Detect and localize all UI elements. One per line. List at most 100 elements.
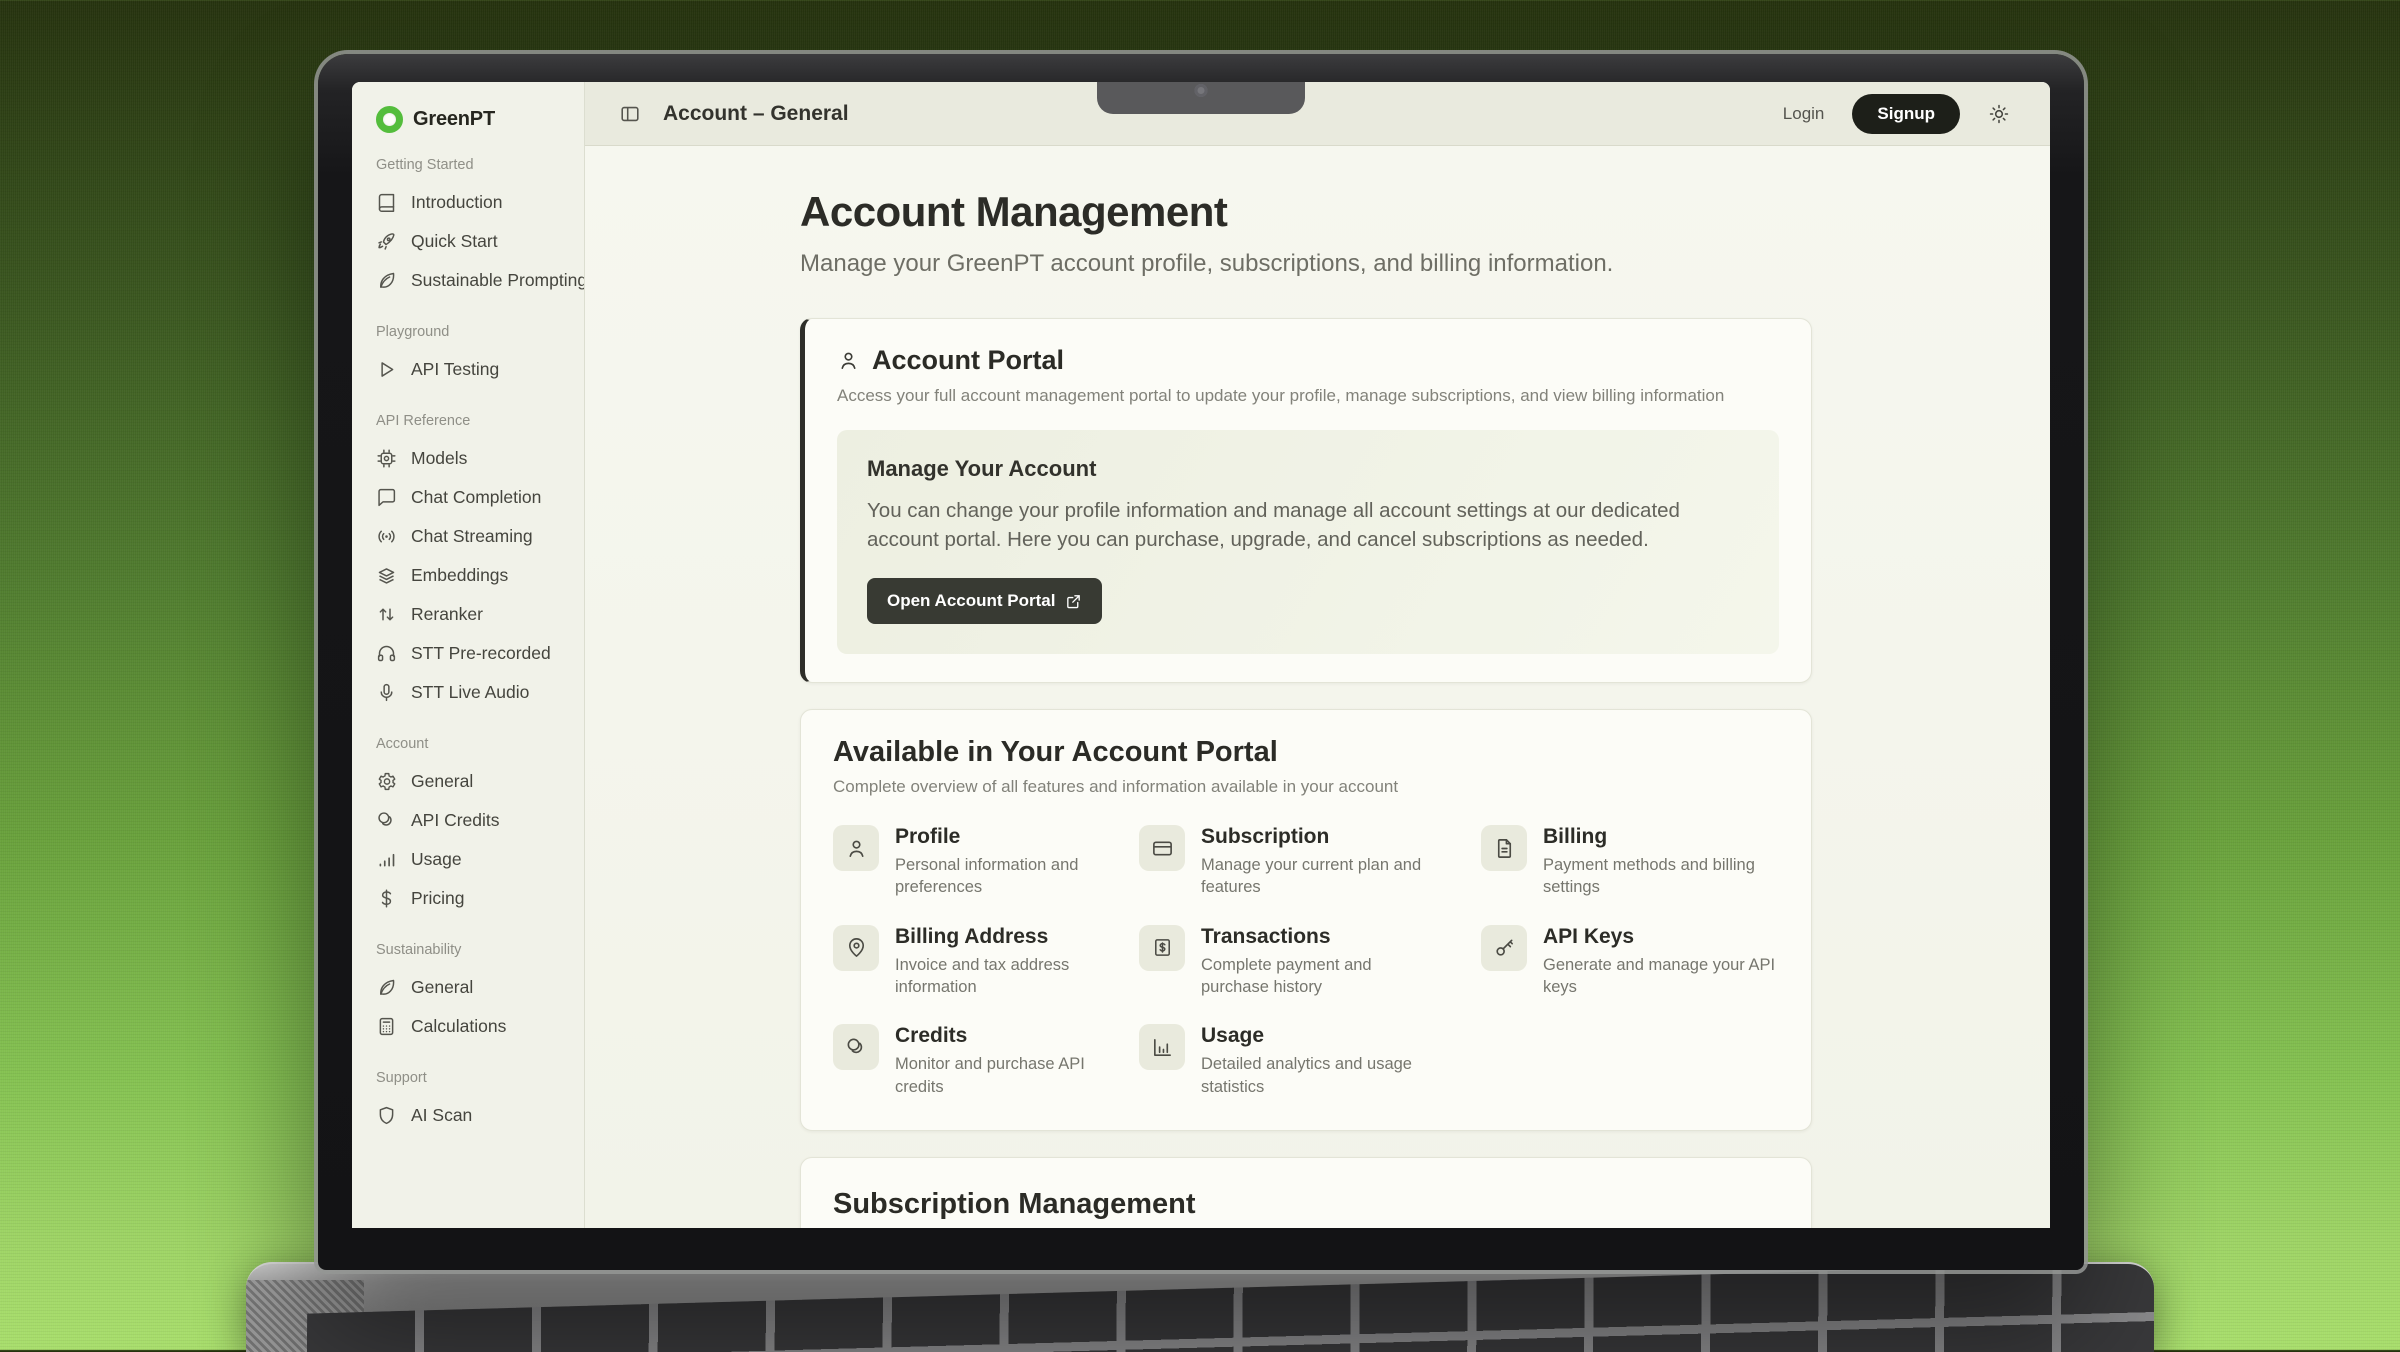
external-link-icon [1065, 593, 1082, 610]
feature-description: Generate and manage your API keys [1543, 954, 1778, 999]
feature-description: Invoice and tax address information [895, 954, 1129, 999]
laptop-base [246, 1262, 2154, 1352]
page-breadcrumb: Account – General [663, 102, 849, 126]
manage-account-panel: Manage Your Account You can change your … [837, 430, 1779, 654]
user-icon [833, 825, 879, 871]
chart-column-icon [1139, 1024, 1185, 1070]
feature-description: Complete payment and purchase history [1201, 954, 1436, 999]
feature-title: Billing Address [895, 925, 1129, 949]
coins-icon [833, 1024, 879, 1070]
manage-account-title: Manage Your Account [867, 456, 1749, 482]
subscription-management-card: Subscription Management [800, 1157, 1812, 1228]
leaf-icon [376, 977, 397, 998]
sidebar-section-getting-started: Getting Started [352, 157, 584, 173]
brand-logo[interactable]: GreenPT [352, 106, 584, 133]
feature-title: API Keys [1543, 925, 1778, 949]
dollar-icon [376, 888, 397, 909]
sidebar-item-api-credits[interactable]: API Credits [352, 801, 584, 840]
sidebar-item-stt-prerecorded[interactable]: STT Pre-recorded [352, 634, 584, 673]
open-account-portal-button[interactable]: Open Account Portal [867, 578, 1102, 624]
rocket-icon [376, 231, 397, 252]
feature-title: Subscription [1201, 825, 1436, 849]
sidebar-item-label: Calculations [411, 1016, 506, 1037]
feature-billing: Billing Payment methods and billing sett… [1481, 825, 1801, 899]
sidebar-item-introduction[interactable]: Introduction [352, 183, 584, 222]
sidebar-item-label: Chat Streaming [411, 526, 533, 547]
sidebar-item-label: Quick Start [411, 231, 498, 252]
feature-title: Credits [895, 1024, 1129, 1048]
user-icon [837, 349, 860, 372]
page-title: Account Management [800, 188, 1812, 236]
account-portal-card: Account Portal Access your full account … [800, 318, 1812, 683]
sidebar-toggle-icon[interactable] [619, 103, 641, 125]
sidebar: GreenPT Getting Started Introduction Qui… [352, 82, 585, 1228]
file-text-icon [1481, 825, 1527, 871]
page-subtitle: Manage your GreenPT account profile, sub… [800, 250, 1812, 278]
sidebar-item-pricing[interactable]: Pricing [352, 879, 584, 918]
arrows-up-down-icon [376, 604, 397, 625]
sidebar-item-api-testing[interactable]: API Testing [352, 350, 584, 389]
account-portal-description: Access your full account management port… [837, 386, 1779, 406]
features-card-title: Available in Your Account Portal [833, 736, 1779, 769]
calculator-icon [376, 1016, 397, 1037]
greenpt-logo-icon [376, 106, 403, 133]
portal-features-card: Available in Your Account Portal Complet… [800, 709, 1812, 1131]
features-card-subtitle: Complete overview of all features and in… [833, 777, 1779, 797]
sidebar-section-playground: Playground [352, 324, 584, 340]
feature-transactions: Transactions Complete payment and purcha… [1139, 925, 1471, 999]
feature-billing-address: Billing Address Invoice and tax address … [833, 925, 1129, 999]
main-area: Account – General Login Signup Account M… [585, 82, 2050, 1228]
feature-profile: Profile Personal information and prefere… [833, 825, 1129, 899]
sidebar-item-chat-streaming[interactable]: Chat Streaming [352, 517, 584, 556]
sidebar-section-sustainability: Sustainability [352, 942, 584, 958]
sidebar-item-label: STT Live Audio [411, 682, 529, 703]
sidebar-item-label: API Testing [411, 359, 499, 380]
sidebar-item-ai-scan[interactable]: AI Scan [352, 1096, 584, 1135]
feature-description: Manage your current plan and features [1201, 854, 1436, 899]
sidebar-item-reranker[interactable]: Reranker [352, 595, 584, 634]
gear-icon [376, 771, 397, 792]
sidebar-section-support: Support [352, 1070, 584, 1086]
sidebar-item-chat-completion[interactable]: Chat Completion [352, 478, 584, 517]
sidebar-item-sustainability-general[interactable]: General [352, 968, 584, 1007]
login-link[interactable]: Login [1783, 104, 1825, 124]
account-portal-title: Account Portal [872, 345, 1064, 376]
sidebar-item-models[interactable]: Models [352, 439, 584, 478]
cpu-icon [376, 448, 397, 469]
sidebar-item-sustainable-prompting[interactable]: Sustainable Prompting [352, 261, 584, 300]
laptop-notch [1097, 82, 1305, 114]
page-content: Account Management Manage your GreenPT a… [585, 146, 2050, 1228]
feature-title: Billing [1543, 825, 1778, 849]
sidebar-item-account-general[interactable]: General [352, 762, 584, 801]
sidebar-item-label: Chat Completion [411, 487, 541, 508]
broadcast-icon [376, 526, 397, 547]
sidebar-item-label: API Credits [411, 810, 500, 831]
sidebar-item-label: General [411, 977, 473, 998]
sidebar-item-stt-live-audio[interactable]: STT Live Audio [352, 673, 584, 712]
feature-usage: Usage Detailed analytics and usage stati… [1139, 1024, 1471, 1098]
sidebar-item-label: General [411, 771, 473, 792]
feature-description: Payment methods and billing settings [1543, 854, 1778, 899]
sidebar-item-label: Pricing [411, 888, 465, 909]
headphones-icon [376, 643, 397, 664]
leaf-icon [376, 270, 397, 291]
signup-button[interactable]: Signup [1852, 94, 1960, 134]
sidebar-item-usage[interactable]: Usage [352, 840, 584, 879]
feature-title: Usage [1201, 1024, 1436, 1048]
feature-description: Detailed analytics and usage statistics [1201, 1053, 1436, 1098]
layers-icon [376, 565, 397, 586]
sidebar-item-embeddings[interactable]: Embeddings [352, 556, 584, 595]
sidebar-section-api-reference: API Reference [352, 413, 584, 429]
sidebar-item-calculations[interactable]: Calculations [352, 1007, 584, 1046]
microphone-icon [376, 682, 397, 703]
sidebar-item-label: Introduction [411, 192, 502, 213]
sidebar-item-quick-start[interactable]: Quick Start [352, 222, 584, 261]
feature-title: Transactions [1201, 925, 1436, 949]
map-pin-icon [833, 925, 879, 971]
subscription-management-title: Subscription Management [833, 1188, 1779, 1221]
features-grid: Profile Personal information and prefere… [833, 825, 1779, 1098]
key-icon [1481, 925, 1527, 971]
feature-title: Profile [895, 825, 1129, 849]
sun-icon[interactable] [1988, 103, 2010, 125]
sidebar-item-label: STT Pre-recorded [411, 643, 551, 664]
